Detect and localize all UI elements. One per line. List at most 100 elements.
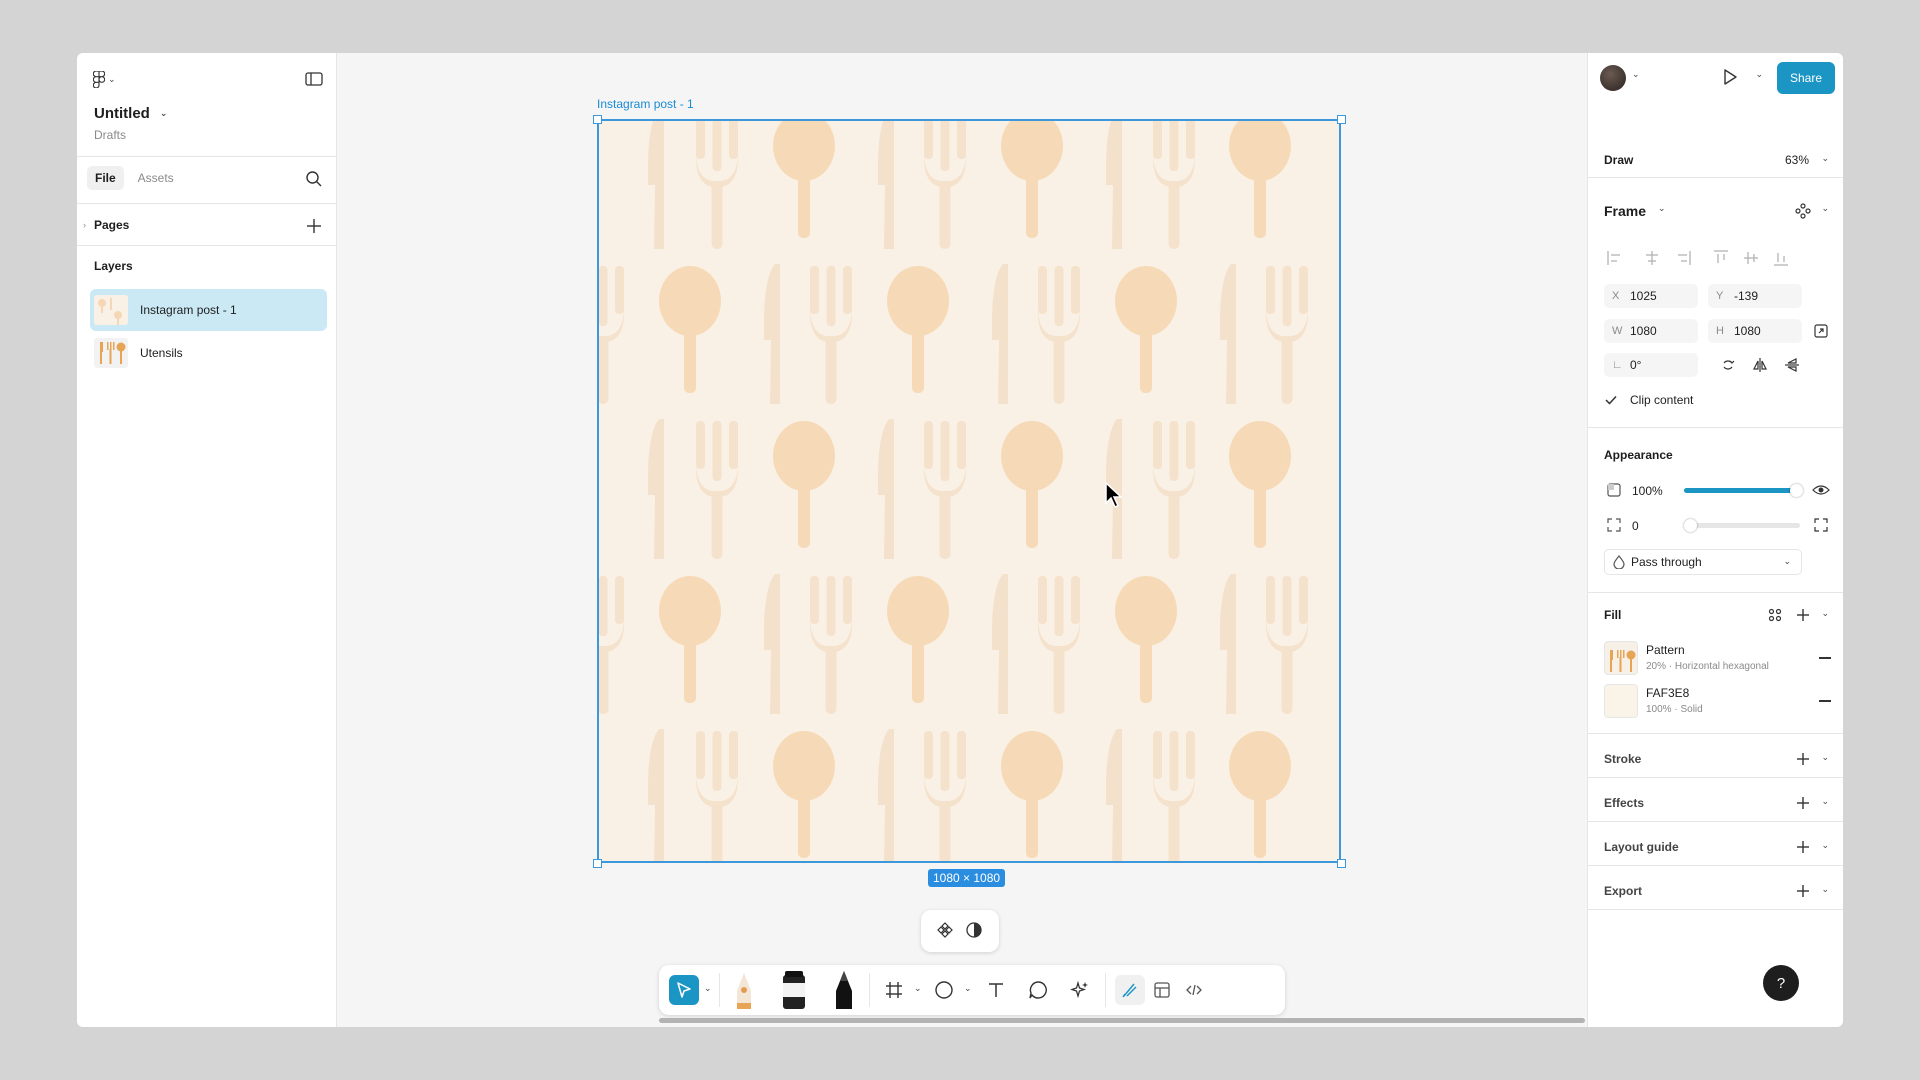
- search-icon[interactable]: [304, 169, 324, 189]
- frame-name-label[interactable]: Instagram post - 1: [597, 97, 694, 111]
- text-tool-button[interactable]: [981, 975, 1011, 1005]
- dev-mode-button[interactable]: [1179, 975, 1209, 1005]
- visibility-eye-icon[interactable]: [1811, 480, 1831, 500]
- pattern-thumbnail-icon: [94, 295, 128, 325]
- present-play-icon[interactable]: [1721, 68, 1739, 86]
- chevron-down-icon[interactable]: ⌄: [1821, 884, 1829, 895]
- pen-tool-button[interactable]: [729, 969, 759, 1011]
- pencil-tool-button[interactable]: [829, 969, 859, 1011]
- layer-item-utensils[interactable]: Utensils: [90, 332, 327, 374]
- zoom-level[interactable]: 63%: [1785, 153, 1809, 167]
- resize-handle-top-right[interactable]: [1337, 115, 1346, 124]
- help-button[interactable]: ?: [1763, 965, 1799, 1001]
- opacity-value[interactable]: 100%: [1632, 484, 1663, 498]
- move-icon: [677, 982, 691, 998]
- file-title-button[interactable]: Untitled ⌄: [94, 105, 167, 122]
- layer-item-instagram-post[interactable]: Instagram post - 1: [90, 289, 327, 331]
- tab-file[interactable]: File: [87, 166, 124, 190]
- component-icon[interactable]: [937, 921, 953, 941]
- move-tool-button[interactable]: [669, 975, 699, 1005]
- chevron-down-icon[interactable]: ⌄: [1632, 69, 1640, 80]
- canvas[interactable]: Instagram post - 1 1080 × 1080 ⌄ ⌄ ⌄: [337, 53, 1587, 1027]
- frame-presets-icon[interactable]: [1793, 201, 1813, 221]
- blend-mode-select[interactable]: Pass through ⌄: [1604, 549, 1802, 575]
- add-export-icon[interactable]: [1793, 881, 1813, 901]
- chevron-down-icon[interactable]: ⌄: [1658, 203, 1666, 214]
- chevron-down-icon[interactable]: ⌄: [1821, 608, 1829, 619]
- add-page-icon[interactable]: [304, 216, 324, 236]
- chevron-down-icon[interactable]: ⌄: [1821, 203, 1829, 214]
- independent-corners-icon[interactable]: [1811, 515, 1831, 535]
- sidebar-toggle-icon[interactable]: [304, 69, 324, 89]
- pages-section[interactable]: › Pages: [77, 210, 336, 242]
- comment-tool-button[interactable]: [1023, 975, 1053, 1005]
- chevron-down-icon: ⌄: [1783, 556, 1791, 566]
- x-value: 1025: [1630, 289, 1657, 303]
- selection-actions-bar: [921, 910, 999, 952]
- solid-fill-name[interactable]: FAF3E8: [1646, 686, 1689, 700]
- add-effect-icon[interactable]: [1793, 793, 1813, 813]
- h-value: 1080: [1734, 324, 1761, 338]
- divider: [1588, 865, 1843, 866]
- opacity-slider-handle[interactable]: [1790, 484, 1803, 497]
- divider: [77, 156, 336, 157]
- pattern-fill-thumbnail-icon[interactable]: [1604, 641, 1638, 675]
- mask-icon[interactable]: [965, 921, 983, 942]
- chevron-down-icon[interactable]: ⌄: [1821, 840, 1829, 851]
- flip-vertical-icon[interactable]: [1782, 355, 1802, 375]
- width-field[interactable]: W 1080: [1604, 319, 1698, 343]
- frame-type-label[interactable]: Frame: [1604, 203, 1646, 219]
- chevron-down-icon[interactable]: ⌄: [704, 983, 712, 994]
- chevron-down-icon[interactable]: ⌄: [1821, 752, 1829, 763]
- corner-radius-value[interactable]: 0: [1632, 519, 1639, 533]
- frame-tool-button[interactable]: [879, 975, 909, 1005]
- avatar[interactable]: [1600, 65, 1626, 91]
- blend-drop-icon: [1613, 555, 1625, 569]
- add-stroke-icon[interactable]: [1793, 749, 1813, 769]
- ellipse-tool-button[interactable]: [929, 975, 959, 1005]
- y-field[interactable]: Y -139: [1708, 284, 1802, 308]
- chevron-down-icon[interactable]: ⌄: [1755, 69, 1763, 80]
- solid-fill-swatch[interactable]: [1604, 684, 1638, 718]
- chevron-down-icon[interactable]: ⌄: [1821, 153, 1829, 164]
- resize-handle-bottom-left[interactable]: [593, 859, 602, 868]
- remove-fill-icon[interactable]: [1819, 657, 1831, 659]
- instagram-post-frame[interactable]: [597, 119, 1341, 863]
- marker-tool-button[interactable]: [779, 969, 809, 1011]
- mouse-cursor-icon: [1105, 481, 1123, 509]
- resize-handle-bottom-right[interactable]: [1337, 859, 1346, 868]
- opacity-slider-fill: [1684, 488, 1800, 493]
- rotate-icon[interactable]: [1718, 355, 1738, 375]
- pattern-fill-name[interactable]: Pattern: [1646, 643, 1685, 657]
- x-field[interactable]: X 1025: [1604, 284, 1698, 308]
- rotation-field[interactable]: ∟ 0°: [1604, 353, 1698, 377]
- draw-mode-button[interactable]: [1115, 975, 1145, 1005]
- chevron-down-icon[interactable]: ⌄: [1821, 796, 1829, 807]
- chevron-down-icon[interactable]: ⌄: [914, 983, 922, 994]
- corner-radius-slider-handle[interactable]: [1684, 519, 1697, 532]
- appearance-title: Appearance: [1604, 448, 1673, 462]
- opacity-slider-track[interactable]: [1684, 484, 1803, 497]
- ai-tool-button[interactable]: [1065, 975, 1095, 1005]
- rotation-value: 0°: [1630, 358, 1642, 372]
- horizontal-scrollbar[interactable]: [659, 1018, 1585, 1023]
- pen-icon: [737, 973, 751, 1009]
- effects-title: Effects: [1604, 796, 1645, 810]
- flip-horizontal-icon[interactable]: [1750, 355, 1770, 375]
- main-menu-button[interactable]: ⌄: [93, 67, 116, 91]
- bottom-toolbar: ⌄ ⌄ ⌄: [659, 965, 1285, 1015]
- tab-assets[interactable]: Assets: [130, 166, 182, 190]
- clip-content-checkbox[interactable]: [1601, 390, 1621, 410]
- add-fill-icon[interactable]: [1793, 605, 1813, 625]
- resize-handle-top-left[interactable]: [593, 115, 602, 124]
- chevron-down-icon[interactable]: ⌄: [964, 983, 972, 994]
- remove-fill-icon[interactable]: [1819, 700, 1831, 702]
- add-layout-guide-icon[interactable]: [1793, 837, 1813, 857]
- divider: [1588, 177, 1843, 178]
- share-button[interactable]: Share: [1777, 62, 1835, 94]
- design-mode-button[interactable]: [1147, 975, 1177, 1005]
- styles-grid-icon[interactable]: [1765, 605, 1785, 625]
- resize-to-fit-icon[interactable]: [1811, 321, 1831, 341]
- corner-radius-slider-track[interactable]: [1684, 519, 1800, 532]
- height-field[interactable]: H 1080: [1708, 319, 1802, 343]
